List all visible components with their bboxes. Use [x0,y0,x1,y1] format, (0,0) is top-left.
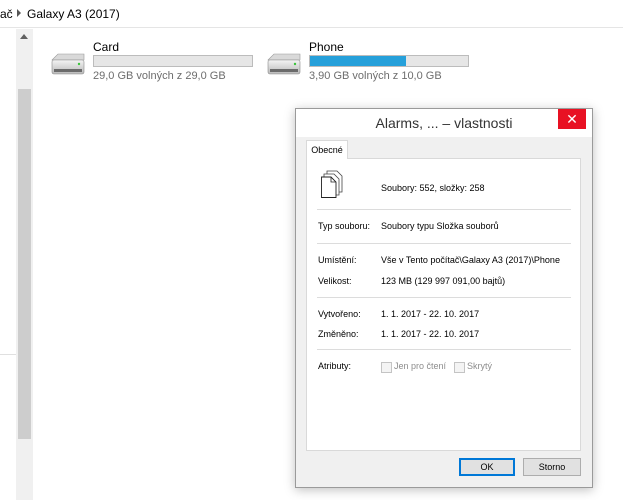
created-label: Vytvořeno: [318,309,361,319]
modified-label: Změněno: [318,329,359,339]
multiple-files-icon [321,170,343,198]
address-bar[interactable]: ač Galaxy A3 (2017) [0,0,623,28]
breadcrumb-prev[interactable]: ač [0,7,13,21]
dialog-title: Alarms, ... – vlastnosti [375,115,513,131]
separator [317,209,571,210]
drive-name: Phone [309,40,344,54]
drive-icon [267,53,301,75]
separator [317,243,571,244]
general-tab-panel: Soubory: 552, složky: 258 Typ souboru: S… [306,158,581,451]
cancel-button[interactable]: Storno [523,458,581,476]
drive-phone[interactable]: Phone 3,90 GB volných z 10,0 GB [264,40,474,88]
drive-card[interactable]: Card 29,0 GB volných z 29,0 GB [48,40,258,88]
drive-free-space: 3,90 GB volných z 10,0 GB [309,70,442,82]
ok-button[interactable]: OK [459,458,515,476]
type-value: Soubory typu Složka souborů [381,221,499,231]
drive-usage-bar [309,55,469,67]
dialog-titlebar[interactable]: Alarms, ... – vlastnosti ✕ [296,109,592,137]
breadcrumb-current[interactable]: Galaxy A3 (2017) [27,7,120,21]
separator [317,349,571,350]
scroll-thumb[interactable] [18,89,31,439]
created-value: 1. 1. 2017 - 22. 10. 2017 [381,309,480,319]
drive-free-space: 29,0 GB volných z 29,0 GB [93,70,226,82]
modified-value: 1. 1. 2017 - 22. 10. 2017 [381,329,480,339]
location-value: Vše v Tento počítač\Galaxy A3 (2017)\Pho… [381,255,560,265]
hidden-label: Skrytý [467,361,493,371]
close-button[interactable]: ✕ [558,109,586,129]
attributes-label: Atributy: [318,361,352,371]
navigation-pane[interactable] [0,29,16,500]
scroll-up-arrow-icon[interactable] [20,34,28,39]
nav-divider [0,354,16,355]
hidden-checkbox[interactable] [454,362,465,373]
separator [317,297,571,298]
drive-usage-fill [310,56,407,66]
close-icon: ✕ [566,111,578,127]
drive-name: Card [93,40,120,54]
type-label: Typ souboru: [318,221,371,231]
size-label: Velikost: [318,276,352,286]
readonly-label: Jen pro čtení [394,361,447,371]
properties-dialog[interactable]: Alarms, ... – vlastnosti ✕ Obecné Soubor… [295,108,593,488]
tab-general[interactable]: Obecné [306,140,348,159]
nav-scrollbar[interactable] [16,29,33,500]
readonly-checkbox[interactable] [381,362,392,373]
location-label: Umístění: [318,255,357,265]
drive-usage-bar [93,55,253,67]
chevron-right-icon[interactable] [17,9,21,17]
content-summary: Soubory: 552, složky: 258 [381,183,485,193]
size-value: 123 MB (129 997 091,00 bajtů) [381,276,506,286]
drive-icon [51,53,85,75]
